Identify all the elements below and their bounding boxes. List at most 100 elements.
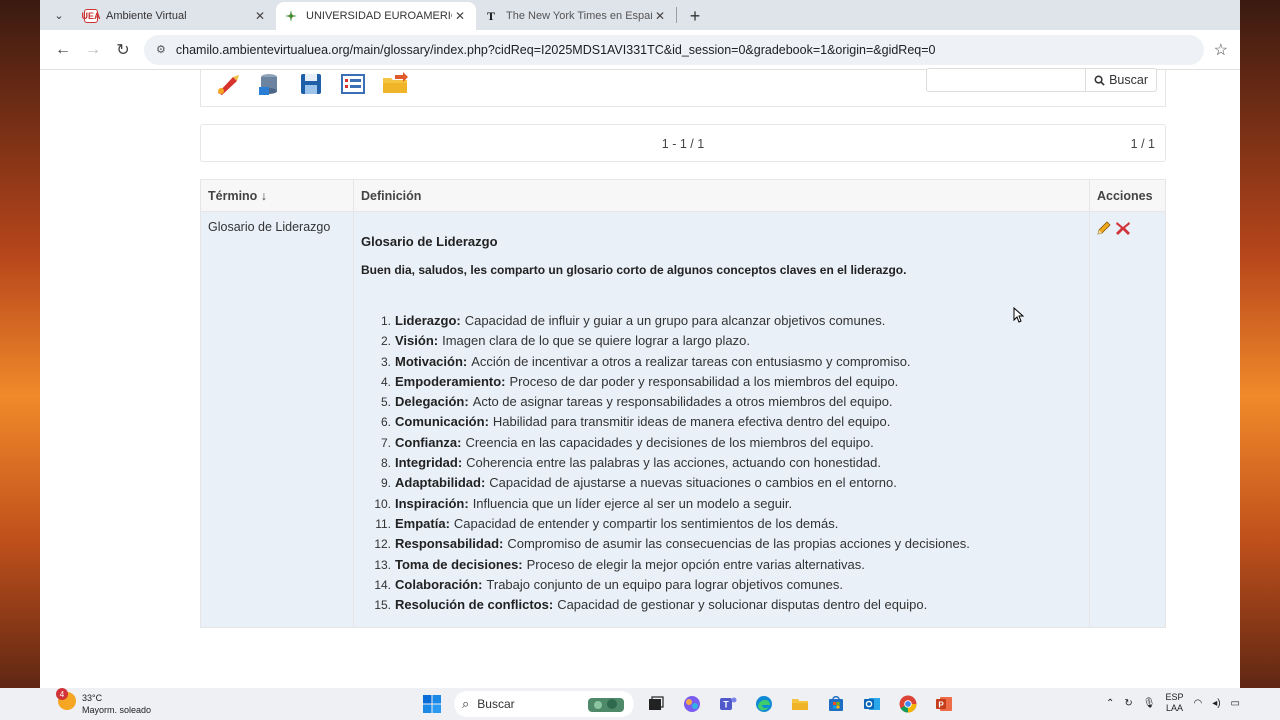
tab-title: The New York Times en Español: [506, 10, 652, 22]
forward-button[interactable]: →: [78, 35, 108, 65]
microphone-icon[interactable]: 🎙: [1143, 698, 1156, 709]
store-icon[interactable]: [822, 691, 850, 717]
reload-button[interactable]: ↻: [108, 35, 138, 65]
list-item-number: 11.: [375, 516, 391, 531]
add-term-icon[interactable]: [211, 70, 243, 98]
list-item-text: Trabajo conjunto de un equipo para logra…: [486, 576, 843, 592]
tab-title: Ambiente Virtual: [106, 10, 187, 22]
pagination-pages[interactable]: 1 / 1: [1131, 137, 1155, 151]
list-item-term: Delegación:: [395, 394, 469, 410]
list-item-number: 7.: [380, 435, 391, 450]
svg-text:T: T: [723, 700, 729, 710]
browser-window: ⌄ UEA Ambiente Virtual ✕ UNIVERSIDAD EUR…: [40, 0, 1240, 688]
battery-icon[interactable]: ▭: [1231, 698, 1240, 709]
tab-strip: ⌄ UEA Ambiente Virtual ✕ UNIVERSIDAD EUR…: [40, 0, 1240, 30]
teams-icon[interactable]: T: [714, 691, 742, 717]
export-folder-icon[interactable]: [379, 70, 411, 98]
list-item-number: 2.: [380, 334, 391, 349]
list-item-number: 12.: [374, 537, 391, 552]
keyboard-layout: LAA: [1165, 703, 1183, 713]
list-item-number: 14.: [374, 577, 391, 592]
glossary-page: Buscar 1 - 1 / 1 1 / 1 Término ↓ Definic…: [40, 68, 1240, 688]
list-item: 8. Integridad: Coherencia entre las palabr…: [361, 453, 1082, 473]
new-tab-button[interactable]: +: [681, 2, 709, 30]
search-button[interactable]: Buscar: [1086, 68, 1157, 92]
outlook-icon[interactable]: [858, 691, 886, 717]
column-header-definition: Definición: [353, 179, 1090, 212]
tab-separator: [676, 7, 677, 23]
weather-temperature: 33°C: [82, 693, 103, 703]
list-item: 14. Colaboración: Trabajo conjunto de un e…: [361, 575, 1082, 595]
list-item-text: Coherencia entre las palabras y las acci…: [466, 455, 881, 471]
list-item-text: Proceso de dar poder y responsabilidad a…: [509, 373, 899, 389]
edge-icon[interactable]: [750, 691, 778, 717]
mouse-cursor-icon: [1013, 307, 1025, 323]
language-indicator[interactable]: ESP LAA: [1165, 692, 1183, 714]
weather-condition: Mayorm. soleado: [82, 705, 152, 715]
task-view-icon[interactable]: [642, 691, 670, 717]
list-item-term: Empoderamiento:: [395, 373, 506, 389]
taskbar-search[interactable]: ⌕ Buscar: [454, 691, 634, 717]
list-item: 11. Empatía: Capacidad de entender y compa…: [361, 514, 1082, 534]
uea-favicon-icon: UEA: [81, 9, 101, 23]
list-item: 13. Toma de decisiones: Proceso de elegir …: [361, 555, 1082, 575]
site-info-icon[interactable]: ⚙: [156, 43, 166, 56]
notification-badge: 4: [56, 688, 68, 700]
file-explorer-icon[interactable]: [786, 691, 814, 717]
wifi-icon[interactable]: ◠: [1193, 698, 1202, 709]
term-cell: Glosario de Liderazgo: [200, 210, 354, 629]
search-icon: ⌕: [462, 696, 470, 711]
chevron-up-icon[interactable]: ⌃: [1106, 698, 1114, 709]
search-button-label: Buscar: [1109, 73, 1148, 87]
back-button[interactable]: ←: [48, 35, 78, 65]
tab-nytimes[interactable]: T The New York Times en Español ✕: [476, 2, 676, 30]
list-item-term: Adaptabilidad:: [395, 475, 486, 491]
definition-list: 1. Liderazgo: Capacidad de influir y guiar…: [361, 311, 1082, 615]
list-view-icon[interactable]: [337, 70, 369, 98]
list-item-number: 9.: [380, 476, 391, 491]
search-icon: [1094, 75, 1105, 86]
tab-search-icon[interactable]: ⌄: [46, 2, 72, 28]
tab-universidad[interactable]: UNIVERSIDAD EUROAMERICANA ✕: [276, 2, 476, 30]
close-icon[interactable]: ✕: [252, 9, 268, 23]
list-item-term: Visión:: [395, 333, 439, 349]
copilot-icon[interactable]: [678, 691, 706, 717]
close-icon[interactable]: ✕: [452, 9, 468, 23]
glossary-actions-bar: Buscar: [200, 68, 1166, 107]
list-item: 5. Delegación: Acto de asignar tareas y re…: [361, 392, 1082, 412]
powerpoint-icon[interactable]: P: [930, 691, 958, 717]
list-item-term: Empatía:: [395, 515, 450, 531]
list-item-text: Capacidad de entender y compartir los se…: [453, 515, 839, 531]
list-item: 7. Confianza: Creencia en las capacidades …: [361, 433, 1082, 453]
browser-toolbar: ← → ↻ ⚙ chamilo.ambientevirtualuea.org/m…: [40, 30, 1240, 70]
chrome-icon[interactable]: [894, 691, 922, 717]
list-item: 15. Resolución de conflictos: Capacidad de…: [361, 595, 1082, 615]
bookmark-star-icon[interactable]: ☆: [1214, 40, 1228, 60]
list-item-term: Comunicación:: [395, 414, 489, 430]
delete-x-icon[interactable]: [1114, 220, 1132, 239]
taskbar-search-label: Buscar: [477, 697, 515, 711]
close-icon[interactable]: ✕: [652, 9, 668, 23]
edit-pencil-icon[interactable]: [1096, 220, 1112, 239]
address-bar[interactable]: ⚙ chamilo.ambientevirtualuea.org/main/gl…: [144, 34, 1204, 65]
list-item-term: Integridad:: [395, 455, 463, 471]
list-item-term: Inspiración:: [395, 495, 469, 511]
list-item-text: Imagen clara de lo que se quiere lograr …: [442, 333, 750, 349]
url-text: chamilo.ambientevirtualuea.org/main/glos…: [175, 42, 936, 57]
sync-icon[interactable]: ↻: [1124, 698, 1132, 709]
list-item-text: Acto de asignar tareas y responsabilidad…: [472, 394, 893, 410]
windows-start-icon[interactable]: [418, 691, 446, 717]
column-header-term[interactable]: Término ↓: [200, 179, 354, 212]
search-input[interactable]: [926, 68, 1087, 92]
list-item-text: Capacidad de ajustarse a nuevas situacio…: [489, 475, 897, 491]
volume-icon[interactable]: ◂): [1212, 698, 1220, 709]
import-icon[interactable]: [253, 70, 285, 98]
tab-ambiente-virtual[interactable]: UEA Ambiente Virtual ✕: [76, 2, 276, 30]
table-header-row: Término ↓ Definición Acciones: [200, 179, 1166, 212]
list-item-term: Toma de decisiones:: [395, 556, 523, 572]
weather-widget[interactable]: 4 33°C Mayorm. soleado: [56, 688, 152, 716]
glossary-search: Buscar: [926, 68, 1157, 92]
export-icon[interactable]: [295, 70, 327, 98]
definition-title: Glosario de Liderazgo: [361, 234, 498, 249]
column-header-actions: Acciones: [1089, 179, 1166, 212]
